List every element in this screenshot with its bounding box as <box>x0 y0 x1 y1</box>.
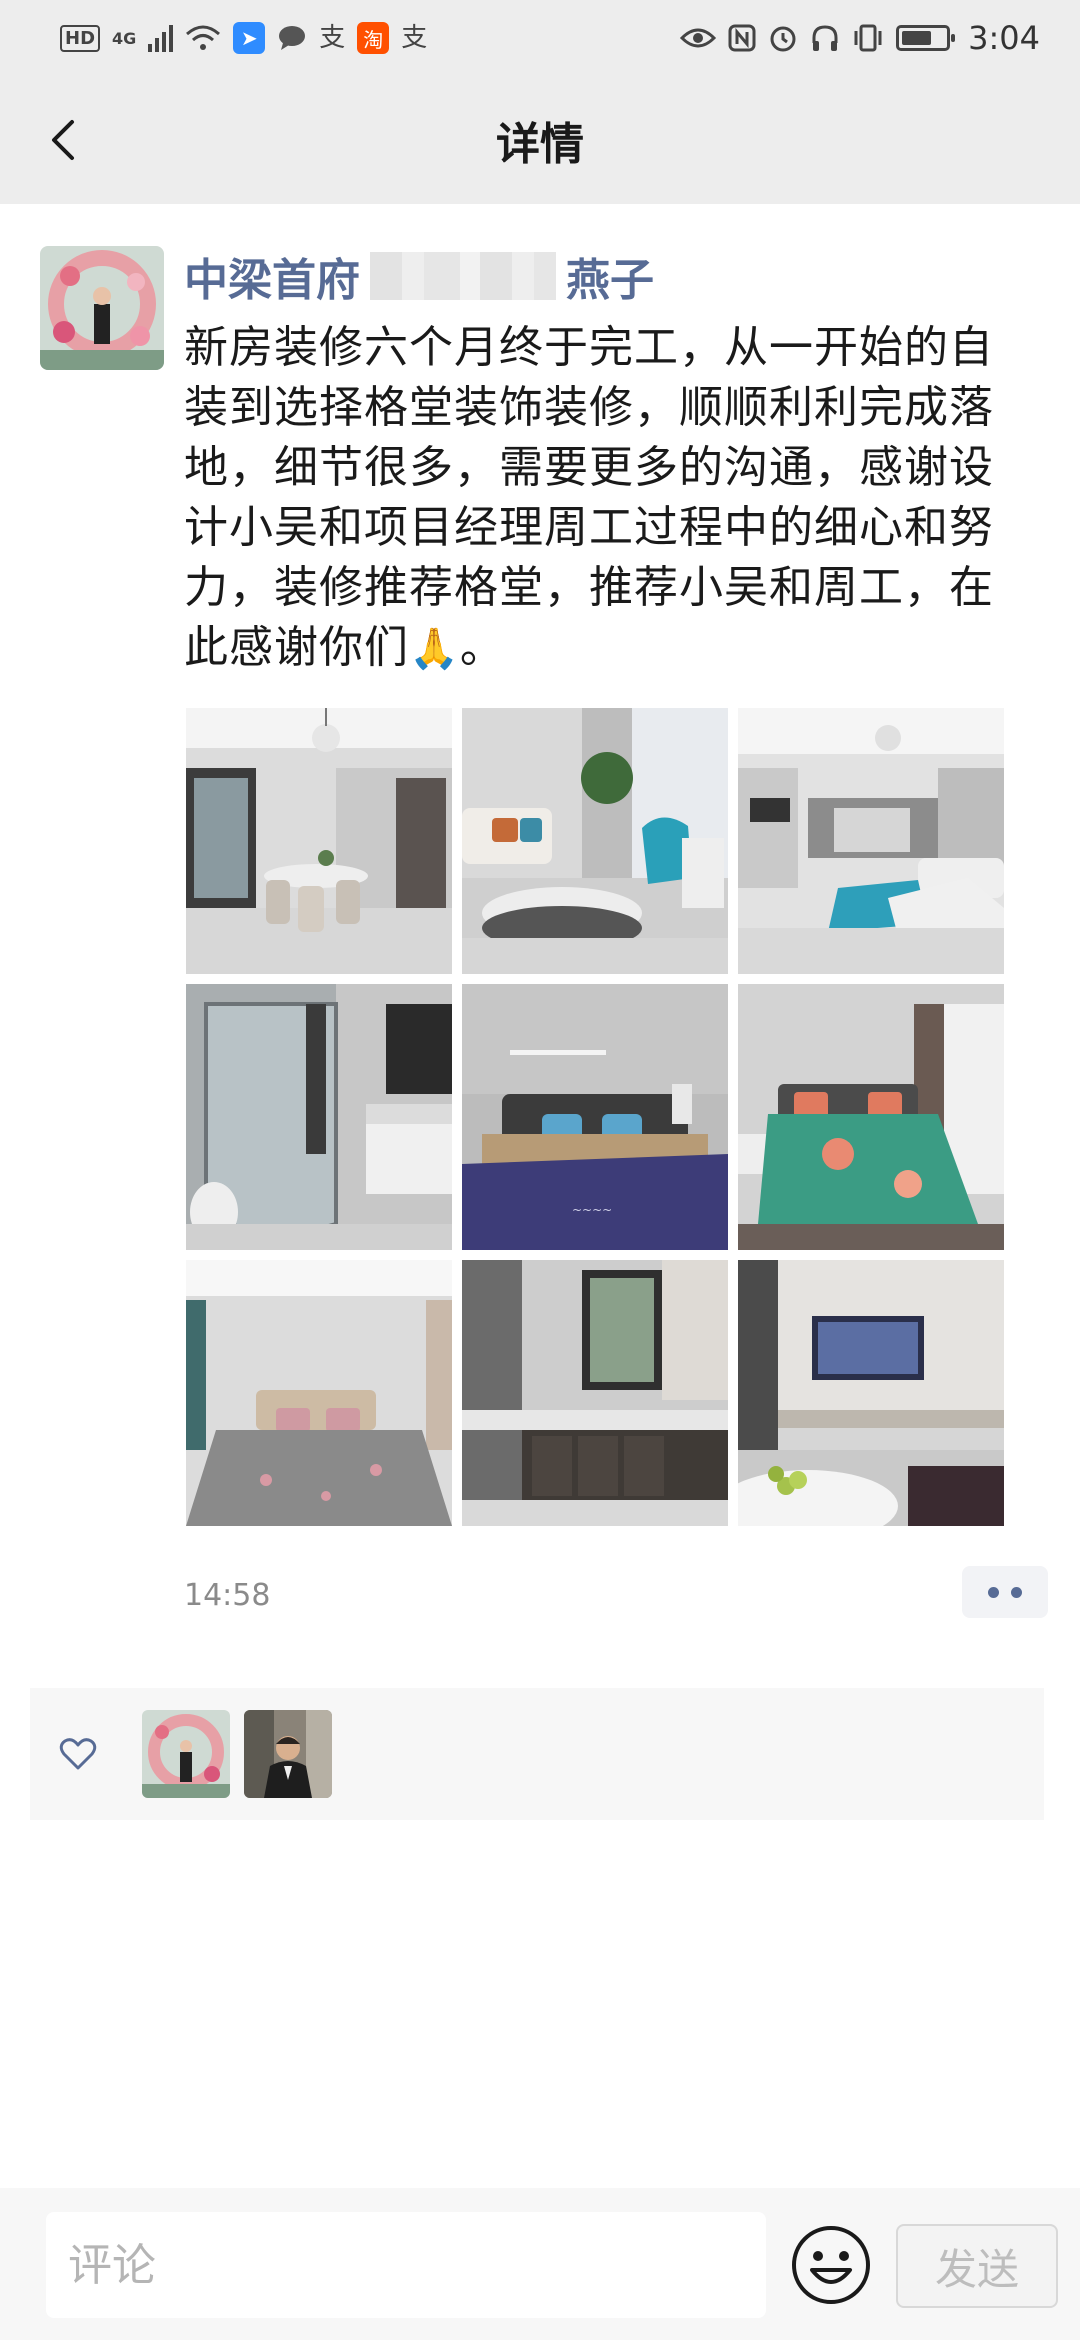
like-avatar-woman[interactable] <box>142 1710 230 1798</box>
message-icon <box>279 26 306 50</box>
comment-input[interactable] <box>46 2212 766 2318</box>
redacted-name-block <box>370 252 556 300</box>
photo-grid: ~~~~ <box>186 708 1004 1526</box>
post-time: 14:58 <box>184 1578 271 1613</box>
status-left: HD 4G ➤ 支 淘 支 <box>60 22 427 54</box>
post-text: 新房装修六个月终于完工，从一开始的自装到选择格堂装饰装修，顺顺利利完成落地，细节… <box>184 318 1024 679</box>
photo-living-room-tv[interactable] <box>738 1260 1004 1526</box>
more-actions-button[interactable] <box>962 1566 1048 1618</box>
photo-bathroom-shower[interactable] <box>186 984 452 1250</box>
status-bar: HD 4G ➤ 支 淘 支 3:04 <box>0 0 1080 76</box>
author-avatar[interactable] <box>40 246 164 370</box>
alipay-icon: 支 <box>401 23 428 53</box>
headphones-icon <box>812 25 838 51</box>
hd-icon: HD <box>60 24 101 52</box>
like-avatar-man[interactable] <box>244 1710 332 1798</box>
vibrate-icon <box>854 24 882 52</box>
battery-icon <box>896 25 956 51</box>
photo-bedroom-grey[interactable]: ~~~~ <box>462 984 728 1250</box>
photo-bedroom-green[interactable] <box>738 984 1004 1250</box>
page-title: 详情 <box>496 119 584 170</box>
nav-bar: 详情 <box>0 76 1080 204</box>
svg-text:~~~~: ~~~~ <box>572 1203 612 1217</box>
nfc-icon <box>728 24 756 52</box>
author-name-prefix: 中梁首府 <box>184 255 360 306</box>
heart-icon <box>59 1738 97 1770</box>
chevron-left-icon[interactable] <box>34 110 94 170</box>
photo-living-room-sofa[interactable] <box>462 708 728 974</box>
photo-kitchen[interactable] <box>462 1260 728 1526</box>
wifi-icon <box>186 25 221 50</box>
dot-icon <box>988 1586 999 1598</box>
photo-living-room-wide[interactable] <box>738 708 1004 974</box>
photo-dining-room[interactable] <box>186 708 452 974</box>
likes-panel <box>30 1688 1044 1820</box>
author-name-suffix: 燕子 <box>566 255 654 306</box>
photo-bedroom-bright[interactable] <box>186 1260 452 1526</box>
pray-emoji: 🙏 <box>409 626 460 672</box>
network-type-label: 4G <box>112 28 137 48</box>
send-button[interactable]: 发送 <box>896 2224 1058 2308</box>
post-body: 新房装修六个月终于完工，从一开始的自装到选择格堂装饰装修，顺顺利利完成落地，细节… <box>184 322 994 673</box>
app-tip-icon: ➤ <box>233 22 266 54</box>
author-name[interactable]: 中梁首府 燕子 <box>184 246 654 306</box>
eye-icon <box>680 28 717 48</box>
post-text-end: 。 <box>459 622 505 673</box>
comment-bar: 发送 <box>0 2188 1080 2340</box>
status-right: 3:04 <box>680 19 1040 57</box>
smiley-icon[interactable] <box>790 2224 872 2306</box>
signal-icon <box>148 24 174 52</box>
dot-icon <box>1011 1586 1022 1598</box>
taobao-icon: 淘 <box>357 22 390 54</box>
status-time: 3:04 <box>968 19 1040 57</box>
alipay-icon: 支 <box>319 23 346 53</box>
alarm-icon <box>770 26 796 52</box>
